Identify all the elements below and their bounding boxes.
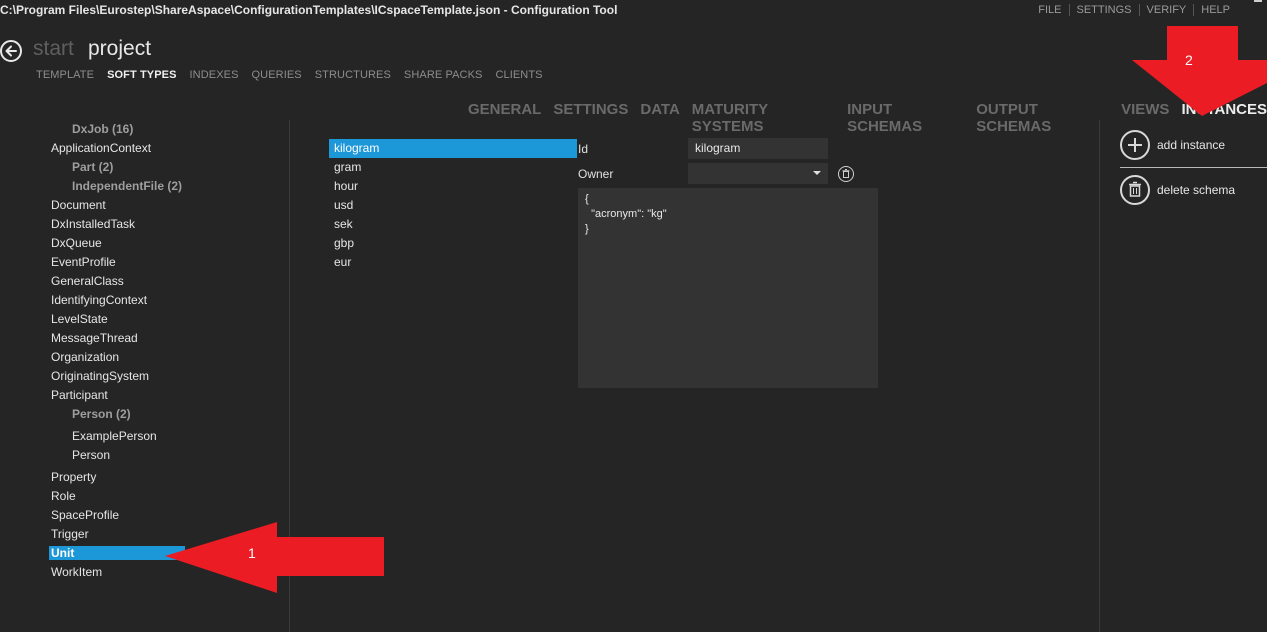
type-item-participant[interactable]: Participant: [51, 388, 108, 402]
tab-template[interactable]: TEMPLATE: [36, 69, 94, 81]
annotation-arrow-2: [1132, 26, 1267, 116]
type-item-dxqueue[interactable]: DxQueue: [51, 236, 102, 250]
menu-settings[interactable]: SETTINGS: [1068, 4, 1139, 16]
minimize-button[interactable]: [1254, 0, 1262, 2]
annotation-number-1: 1: [248, 545, 256, 561]
tab-indexes[interactable]: INDEXES: [190, 69, 239, 81]
type-item-workitem[interactable]: WorkItem: [51, 565, 102, 579]
tab-soft-types[interactable]: SOFT TYPES: [107, 69, 176, 81]
menu-help[interactable]: HELP: [1193, 4, 1237, 16]
tab-clients[interactable]: CLIENTS: [495, 69, 542, 81]
type-item-role[interactable]: Role: [51, 489, 76, 503]
annotation-arrow-1: [165, 522, 384, 593]
tab-input-schemas[interactable]: INPUT SCHEMAS: [847, 101, 964, 135]
type-item-identifyingcontext[interactable]: IdentifyingContext: [51, 293, 147, 307]
delete-schema-button[interactable]: delete schema: [1120, 175, 1235, 205]
type-item-document[interactable]: Document: [51, 198, 106, 212]
annotation-number-2: 2: [1185, 52, 1193, 68]
type-item-originatingsystem[interactable]: OriginatingSystem: [51, 369, 149, 383]
owner-select[interactable]: [688, 163, 828, 184]
type-item-person-group[interactable]: Person (2): [72, 407, 131, 421]
window-title: C:\Program Files\Eurostep\ShareAspace\Co…: [0, 3, 618, 17]
tab-settings[interactable]: SETTINGS: [553, 101, 628, 135]
json-line: {: [585, 193, 589, 205]
breadcrumb-start[interactable]: start: [33, 37, 74, 61]
menu-verify[interactable]: VERIFY: [1138, 4, 1194, 16]
id-label: Id: [578, 142, 589, 156]
type-item-messagethread[interactable]: MessageThread: [51, 331, 138, 345]
type-item-organization[interactable]: Organization: [51, 350, 119, 364]
trash-icon[interactable]: [838, 166, 854, 182]
action-divider: [1120, 167, 1267, 168]
type-item-eventprofile[interactable]: EventProfile: [51, 255, 116, 269]
json-editor[interactable]: { "acronym": "kg" }: [578, 188, 878, 388]
type-item-part[interactable]: Part (2): [72, 160, 113, 174]
panel-divider: [1099, 120, 1100, 632]
type-item-exampleperson[interactable]: ExamplePerson: [72, 429, 157, 443]
add-icon: [1120, 130, 1150, 160]
tab-structures[interactable]: STRUCTURES: [315, 69, 391, 81]
delete-schema-label: delete schema: [1157, 183, 1236, 197]
json-line: }: [585, 223, 589, 235]
tab-queries[interactable]: QUERIES: [252, 69, 302, 81]
type-item-generalclass[interactable]: GeneralClass: [51, 274, 124, 288]
tab-share-packs[interactable]: SHARE PACKS: [404, 69, 483, 81]
instance-item-eur[interactable]: eur: [329, 253, 572, 272]
sub-tabs: TEMPLATE SOFT TYPES INDEXES QUERIES STRU…: [36, 69, 543, 81]
back-button[interactable]: [0, 40, 22, 62]
owner-label: Owner: [578, 167, 614, 181]
chevron-down-icon: [813, 171, 821, 175]
type-item-spaceprofile[interactable]: SpaceProfile: [51, 508, 119, 522]
type-item-levelstate[interactable]: LevelState: [51, 312, 108, 326]
instance-item-usd[interactable]: usd: [329, 196, 572, 215]
instance-item-hour[interactable]: hour: [329, 177, 572, 196]
trash-icon: [1120, 175, 1150, 205]
breadcrumb-project: project: [88, 37, 152, 60]
type-item-dxinstalledtask[interactable]: DxInstalledTask: [51, 217, 135, 231]
add-instance-label: add instance: [1157, 138, 1226, 152]
type-item-dxjob[interactable]: DxJob (16): [72, 122, 133, 136]
tab-output-schemas[interactable]: OUTPUT SCHEMAS: [976, 101, 1109, 135]
instance-item-sek[interactable]: sek: [329, 215, 572, 234]
top-menu: FILE SETTINGS VERIFY HELP: [1031, 4, 1237, 16]
type-item-property[interactable]: Property: [51, 470, 96, 484]
instance-item-gram[interactable]: gram: [329, 158, 572, 177]
instance-item-gbp[interactable]: gbp: [329, 234, 572, 253]
add-instance-button[interactable]: add instance: [1120, 130, 1225, 160]
tab-general[interactable]: GENERAL: [468, 101, 541, 135]
tab-maturity-systems[interactable]: MATURITY SYSTEMS: [692, 101, 835, 135]
json-line: "acronym": "kg": [585, 208, 667, 220]
type-item-person[interactable]: Person: [72, 448, 110, 462]
tab-data[interactable]: DATA: [640, 101, 679, 135]
menu-file[interactable]: FILE: [1031, 4, 1068, 16]
type-item-applicationcontext[interactable]: ApplicationContext: [51, 141, 151, 155]
arrow-left-icon: [5, 45, 17, 57]
type-item-independentfile[interactable]: IndependentFile (2): [72, 179, 182, 193]
type-item-trigger[interactable]: Trigger: [51, 527, 89, 541]
instance-item-kilogram[interactable]: kilogram: [329, 139, 577, 158]
id-field[interactable]: kilogram: [688, 138, 828, 159]
